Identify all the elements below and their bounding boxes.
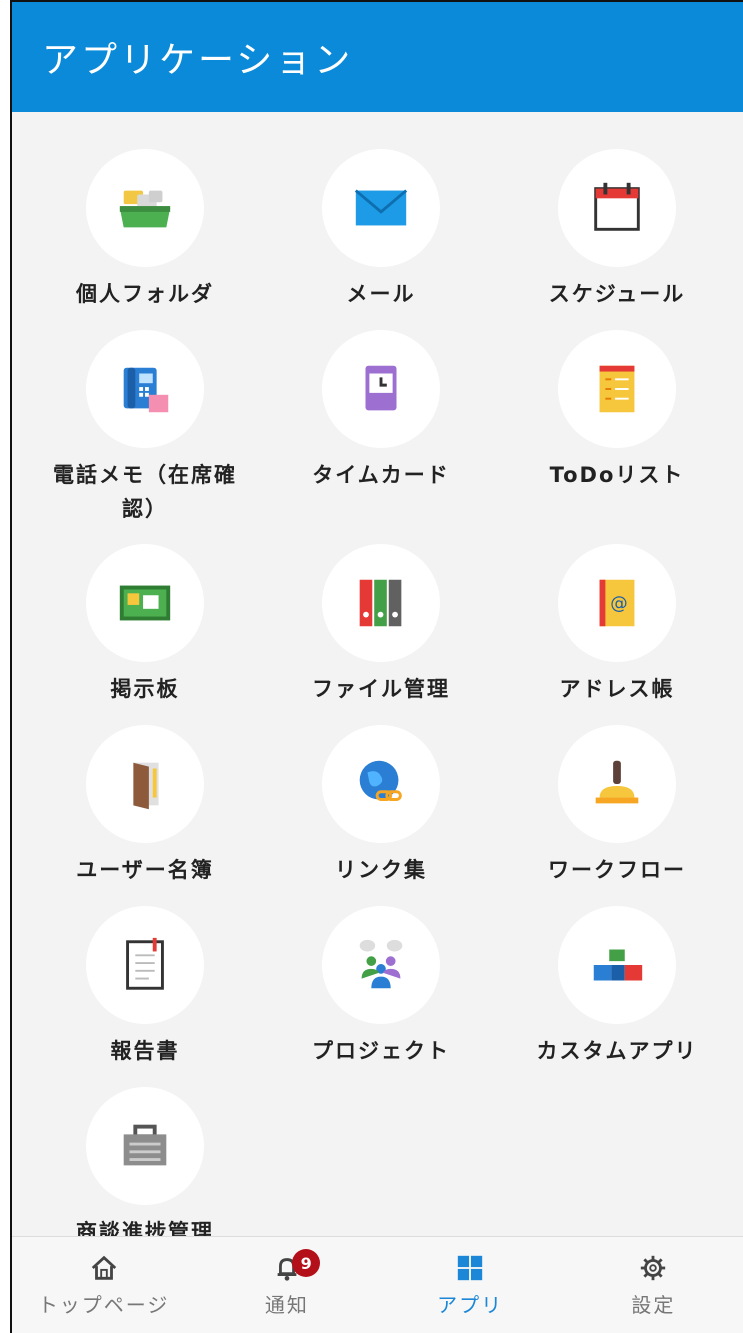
app-label: プロジェクト xyxy=(312,1039,450,1063)
app-tile-project[interactable]: プロジェクト xyxy=(263,906,499,1068)
nav-label: 設定 xyxy=(631,1292,676,1317)
home-icon xyxy=(91,1255,116,1280)
svg-text:@: @ xyxy=(610,594,627,614)
app-label: アドレス帳 xyxy=(559,677,675,701)
bottom-nav: トップページ 9 通知 アプリ 設定 xyxy=(12,1236,743,1333)
app-tile-deal-progress[interactable]: 商談進捗管理 xyxy=(27,1087,263,1249)
app-label: タイムカード xyxy=(312,463,450,487)
app-label: 報告書 xyxy=(110,1039,180,1063)
notification-badge: 9 xyxy=(292,1249,321,1277)
personal-folder-icon xyxy=(119,190,171,228)
address-book-icon: @ xyxy=(599,579,635,627)
timecard-icon xyxy=(365,365,397,411)
globe-link-icon xyxy=(359,760,402,801)
app-tile-links[interactable]: リンク集 xyxy=(263,725,499,887)
app-label: 掲示板 xyxy=(110,677,180,701)
app-label: カスタムアプリ xyxy=(536,1039,698,1063)
nav-item-notifications[interactable]: 9 通知 xyxy=(195,1237,378,1333)
app-tile-phone-memo[interactable]: 電話メモ（在席確認） xyxy=(27,330,263,526)
todo-list-icon xyxy=(599,365,635,413)
app-tile-address-book[interactable]: @ アドレス帳 xyxy=(499,544,735,706)
app-tile-report[interactable]: 報告書 xyxy=(27,906,263,1068)
nav-label: アプリ xyxy=(437,1292,504,1317)
nav-item-home[interactable]: トップページ xyxy=(12,1237,195,1333)
blocks-icon xyxy=(593,949,643,981)
project-team-icon xyxy=(359,939,403,989)
app-label: スケジュール xyxy=(548,282,686,306)
app-label: ToDoリスト xyxy=(549,463,685,487)
app-tile-timecard[interactable]: タイムカード xyxy=(263,330,499,492)
apps-grid-icon xyxy=(457,1255,483,1280)
app-tile-todo[interactable]: ToDoリスト xyxy=(499,330,735,492)
app-tile-personal-folder[interactable]: 個人フォルダ xyxy=(27,149,263,311)
toolbox-icon xyxy=(123,1124,167,1166)
report-icon xyxy=(126,937,164,990)
nav-label: トップページ xyxy=(37,1292,170,1317)
page-title: アプリケーション xyxy=(42,40,354,81)
phone-memo-icon xyxy=(123,367,169,413)
file-binders-icon xyxy=(359,579,402,627)
app-label: メール xyxy=(346,282,416,306)
app-tile-schedule[interactable]: スケジュール xyxy=(499,149,735,311)
app-label: 電話メモ（在席確認） xyxy=(53,463,237,521)
app-header: アプリケーション xyxy=(12,2,743,112)
app-tile-workflow[interactable]: ワークフロー xyxy=(499,725,735,887)
app-label: 個人フォルダ xyxy=(76,282,214,306)
app-tile-file-management[interactable]: ファイル管理 xyxy=(263,544,499,706)
calendar-icon xyxy=(594,182,640,231)
gear-icon xyxy=(641,1255,666,1280)
app-tile-mail[interactable]: メール xyxy=(263,149,499,311)
nav-item-apps[interactable]: アプリ xyxy=(379,1237,562,1333)
stamp-icon xyxy=(595,760,639,804)
nav-label: 通知 xyxy=(264,1292,309,1317)
app-label: ワークフロー xyxy=(548,858,686,882)
app-frame: アプリケーション 個人フォルダ メール スケジュール 電話メモ（在席確認） タイ… xyxy=(10,0,743,1333)
nav-item-settings[interactable]: 設定 xyxy=(562,1237,743,1333)
door-icon xyxy=(133,762,159,810)
app-label: ユーザー名簿 xyxy=(76,858,214,882)
app-grid: 個人フォルダ メール スケジュール 電話メモ（在席確認） タイムカード ToDo… xyxy=(12,112,743,1244)
mail-icon xyxy=(354,189,408,226)
app-tile-custom-app[interactable]: カスタムアプリ xyxy=(499,906,735,1068)
app-label: ファイル管理 xyxy=(312,677,450,701)
app-label: リンク集 xyxy=(335,858,427,882)
app-tile-user-directory[interactable]: ユーザー名簿 xyxy=(27,725,263,887)
app-tile-bulletin[interactable]: 掲示板 xyxy=(27,544,263,706)
bulletin-board-icon xyxy=(119,585,171,621)
